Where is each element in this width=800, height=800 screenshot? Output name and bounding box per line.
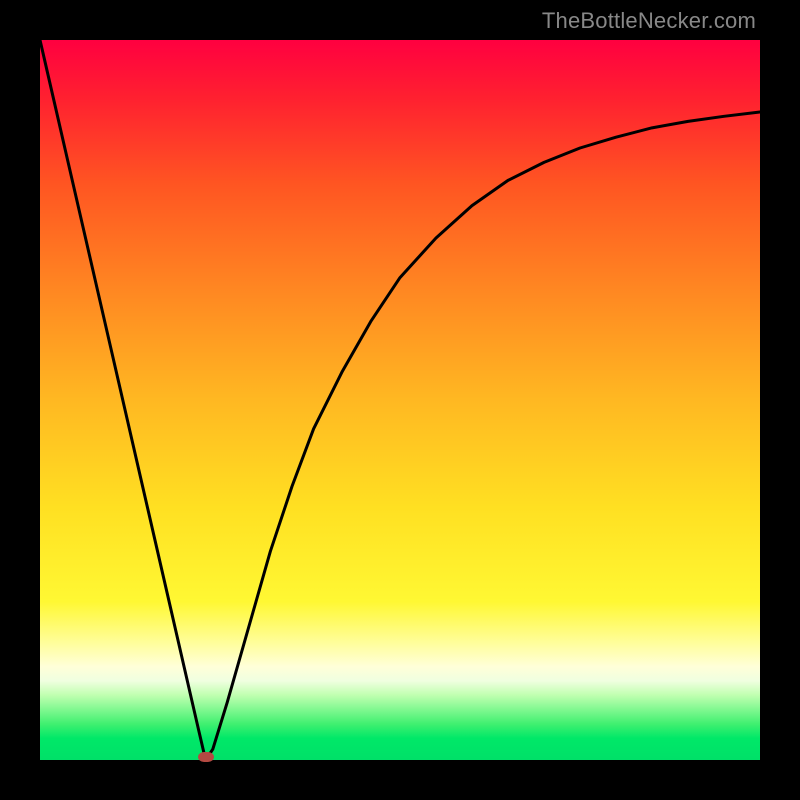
plot-area xyxy=(40,40,760,760)
bottleneck-curve xyxy=(40,40,760,760)
curve-layer xyxy=(40,40,760,760)
watermark-text: TheBottleNecker.com xyxy=(542,8,756,34)
optimal-marker xyxy=(198,752,214,762)
chart-frame: TheBottleNecker.com xyxy=(0,0,800,800)
